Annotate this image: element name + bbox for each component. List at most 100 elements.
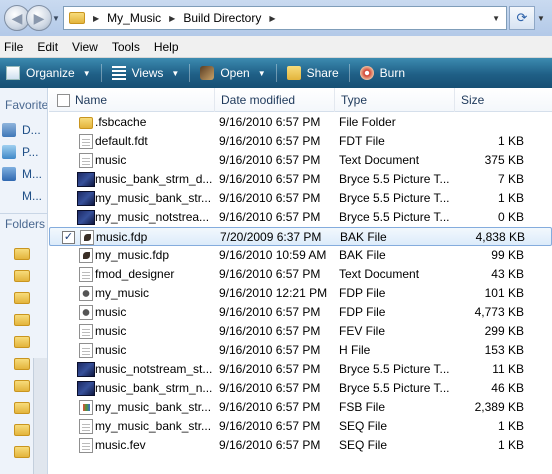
tree-folder-icon[interactable] [14, 380, 30, 392]
file-name: my_music.fdp [95, 248, 170, 262]
file-date-modified: 9/16/2010 6:57 PM [219, 419, 321, 433]
file-row[interactable]: .fsbcache 9/16/2010 6:57 PM File Folder [49, 113, 552, 132]
breadcrumb-chevron-icon[interactable]: ▶ [169, 14, 175, 23]
tree-folder-icon[interactable] [14, 446, 30, 458]
address-field[interactable]: ▶ My_Music ▶ Build Directory ▶ ▼ [63, 6, 507, 30]
breadcrumb-chevron-icon[interactable]: ▶ [269, 14, 275, 23]
file-size: 1 KB [497, 134, 524, 148]
file-size: 43 KB [491, 267, 524, 281]
menu-view[interactable]: View [65, 40, 105, 54]
file-type: FEV File [339, 324, 386, 338]
file-name: my_music_bank_str... [95, 191, 212, 205]
menu-tools[interactable]: Tools [105, 40, 147, 54]
file-row[interactable]: ✓ music.fdp 7/20/2009 6:37 PM BAK File 4,838… [49, 227, 552, 246]
file-row[interactable]: my_music_bank_str... 9/16/2010 6:57 PM Bry… [49, 189, 552, 208]
organize-button[interactable]: Organize ▼ [0, 58, 97, 88]
tree-folder-icon[interactable] [14, 424, 30, 436]
file-type: SEQ File [339, 419, 388, 433]
file-row[interactable]: music_bank_strm_d... 9/16/2010 6:57 PM Bry… [49, 170, 552, 189]
share-label: Share [306, 66, 339, 80]
file-date-modified: 9/16/2010 6:57 PM [219, 210, 321, 224]
file-date-modified: 9/16/2010 6:57 PM [219, 134, 321, 148]
tree-folder-icon[interactable] [14, 402, 30, 414]
address-history-dropdown-icon[interactable]: ▼ [492, 14, 500, 23]
file-list: Name Date modified Type Size .fsbcache 9/… [49, 88, 552, 474]
file-date-modified: 9/16/2010 6:57 PM [219, 267, 321, 281]
toolbar-divider [275, 64, 277, 82]
folder-icon [79, 117, 93, 129]
recent-pages-dropdown-icon[interactable]: ▼ [52, 14, 60, 23]
file-row[interactable]: my_music_bank_str... 9/16/2010 6:57 PM SEQ… [49, 417, 552, 436]
burn-button[interactable]: Burn [354, 58, 411, 88]
file-row[interactable]: music 9/16/2010 6:57 PM H File 153 KB [49, 341, 552, 360]
favorite-link-documents[interactable]: D... [2, 123, 41, 137]
file-row[interactable]: music_notstream_st... 9/16/2010 6:57 PM Br… [49, 360, 552, 379]
navigation-pane: Favorite L D... P... M... M... Folders [0, 88, 48, 474]
file-row[interactable]: music 9/16/2010 6:57 PM Text Document 375 K… [49, 151, 552, 170]
tree-folder-icon[interactable] [14, 314, 30, 326]
breadcrumb-my-music[interactable]: My_Music [107, 11, 161, 25]
file-row[interactable]: fmod_designer 9/16/2010 6:57 PM Text Docum… [49, 265, 552, 284]
file-size: 4,773 KB [474, 305, 524, 319]
file-row[interactable]: music.fev 9/16/2010 6:57 PM SEQ File 1 KB [49, 436, 552, 455]
command-toolbar: Organize ▼ Views ▼ Open ▼ Share Burn [0, 58, 552, 88]
file-name: my_music_bank_str... [95, 419, 212, 433]
document-icon [79, 267, 93, 282]
favorite-link-music[interactable]: M... [2, 167, 42, 181]
tree-folder-icon[interactable] [14, 270, 30, 282]
tree-folder-icon[interactable] [14, 248, 30, 260]
menu-edit[interactable]: Edit [30, 40, 65, 54]
favorite-link-more[interactable]: M... [2, 189, 42, 203]
folders-heading[interactable]: Folders [5, 217, 45, 231]
menu-help[interactable]: Help [147, 40, 186, 54]
document-icon [79, 419, 93, 434]
share-button[interactable]: Share [281, 58, 345, 88]
file-size: 0 KB [497, 210, 524, 224]
file-type: Bryce 5.5 Picture T... [339, 191, 450, 205]
column-header-name[interactable]: Name [69, 88, 215, 112]
file-date-modified: 9/16/2010 10:59 AM [219, 248, 327, 262]
row-checkbox[interactable]: ✓ [62, 231, 75, 244]
document-icon [79, 343, 93, 358]
file-name: music_bank_strm_n... [95, 381, 213, 395]
open-icon [200, 66, 215, 80]
column-header-type[interactable]: Type [335, 88, 455, 112]
favorite-link-label: D... [22, 123, 41, 137]
column-header-size[interactable]: Size [455, 88, 552, 112]
breadcrumb-chevron-icon[interactable]: ▶ [93, 14, 99, 23]
menu-file[interactable]: File [0, 40, 30, 54]
file-row[interactable]: my_music.fdp 9/16/2010 10:59 AM BAK File 99… [49, 246, 552, 265]
nav-scrollbar[interactable] [33, 358, 47, 474]
burn-label: Burn [379, 66, 406, 80]
chevron-down-icon: ▼ [171, 68, 180, 78]
views-button[interactable]: Views ▼ [106, 58, 186, 88]
chevron-down-icon: ▼ [257, 68, 266, 78]
file-row[interactable]: music_bank_strm_n... 9/16/2010 6:57 PM Bry… [49, 379, 552, 398]
file-row[interactable]: music 9/16/2010 6:57 PM FEV File 299 KB [49, 322, 552, 341]
tree-folder-icon[interactable] [14, 336, 30, 348]
toolbar-divider [189, 64, 191, 82]
file-row[interactable]: music 9/16/2010 6:57 PM FDP File 4,773 KB [49, 303, 552, 322]
file-row[interactable]: default.fdt 9/16/2010 6:57 PM FDT File 1 KB [49, 132, 552, 151]
file-row[interactable]: my_music_notstrea... 9/16/2010 6:57 PM Bry… [49, 208, 552, 227]
file-size: 153 KB [484, 343, 524, 357]
file-type: H File [339, 343, 371, 357]
file-date-modified: 9/16/2010 6:57 PM [219, 324, 321, 338]
file-row[interactable]: my_music_bank_str... 9/16/2010 6:57 PM FSB… [49, 398, 552, 417]
file-date-modified: 9/16/2010 6:57 PM [219, 343, 321, 357]
document-icon [79, 438, 93, 453]
tree-folder-icon[interactable] [14, 358, 30, 370]
file-size: 11 KB [492, 362, 524, 376]
file-date-modified: 7/20/2009 6:37 PM [220, 230, 322, 244]
refresh-button[interactable]: ⟳ [509, 6, 535, 30]
file-row[interactable]: my_music 9/16/2010 12:21 PM FDP File 101 KB [49, 284, 552, 303]
column-header-date-modified[interactable]: Date modified [215, 88, 335, 112]
forward-button[interactable]: ▶ [26, 5, 52, 31]
refresh-dropdown-icon[interactable]: ▼ [537, 14, 545, 23]
open-button[interactable]: Open ▼ [194, 58, 271, 88]
tree-folder-icon[interactable] [14, 292, 30, 304]
file-date-modified: 9/16/2010 6:57 PM [219, 172, 321, 186]
breadcrumb-build-directory[interactable]: Build Directory [183, 11, 261, 25]
open-label: Open [220, 66, 250, 80]
favorite-link-pictures[interactable]: P... [2, 145, 38, 159]
